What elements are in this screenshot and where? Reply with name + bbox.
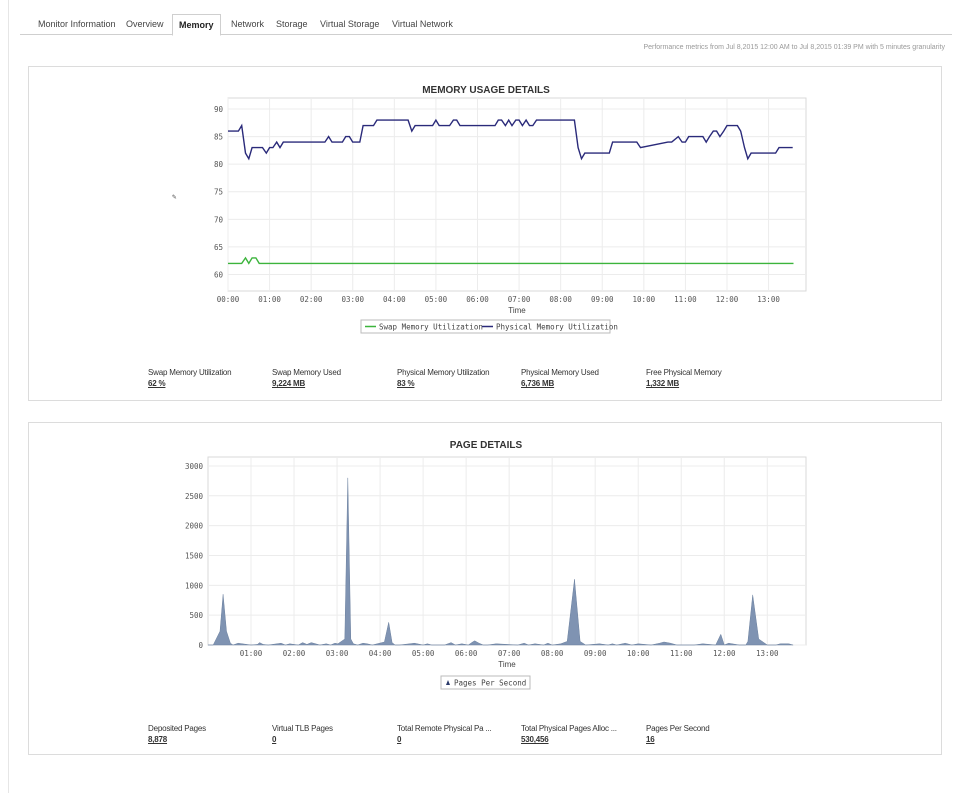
x-tick-label: 13:00 — [757, 295, 780, 304]
stat-pages-per-second: Pages Per Second 16 — [646, 724, 710, 744]
tab-virtual-storage[interactable]: Virtual Storage — [314, 14, 385, 35]
stat-total-remote-physical-pages: Total Remote Physical Pa ... 0 — [397, 724, 492, 744]
performance-note: Performance metrics from Jul 8,2015 12:0… — [643, 44, 945, 51]
page-details-panel: PAGE DETAILS 0 500 1000 1500 2000 2500 3000 01:0… — [28, 422, 942, 755]
x-tick-label: 01:00 — [240, 649, 263, 658]
x-tick-label: 02:00 — [283, 649, 306, 658]
chart-title: MEMORY USAGE DETAILS — [422, 85, 550, 96]
y-tick-label: 3000 — [185, 462, 204, 471]
stat-value[interactable]: 0 — [397, 735, 491, 744]
tab-monitor-information[interactable]: Monitor Information — [32, 14, 122, 35]
x-tick-label: 05:00 — [412, 649, 435, 658]
y-tick-label: 60 — [214, 270, 224, 279]
y-tick-label: 90 — [214, 105, 224, 114]
x-tick-label: 08:00 — [549, 295, 572, 304]
stat-label: Free Physical Memory — [646, 368, 722, 377]
stat-value[interactable]: 83 % — [397, 379, 489, 388]
x-tick-label: 04:00 — [369, 649, 392, 658]
plot-area — [207, 456, 807, 646]
x-tick-label: 08:00 — [541, 649, 564, 658]
x-tick-label: 10:00 — [627, 649, 650, 658]
stat-value[interactable]: 530,456 — [521, 735, 617, 744]
plot-area — [227, 97, 807, 292]
x-tick-label: 05:00 — [425, 295, 448, 304]
edit-icon: ✎ — [172, 192, 177, 201]
y-tick-label: 1000 — [185, 581, 204, 590]
stat-virtual-tlb-pages: Virtual TLB Pages 0 — [272, 724, 333, 744]
tab-bar: Monitor Information Overview Memory Netw… — [20, 14, 952, 36]
stat-free-physical-memory: Free Physical Memory 1,332 MB — [646, 368, 722, 388]
stat-value[interactable]: 9,224 MB — [272, 379, 341, 388]
x-tick-label: 11:00 — [670, 649, 693, 658]
x-tick-label: 13:00 — [756, 649, 779, 658]
memory-usage-panel: MEMORY USAGE DETAILS 60 65 70 75 80 85 90 00:00 0… — [28, 66, 942, 401]
y-tick-label: 500 — [189, 611, 203, 620]
x-tick-label: 11:00 — [674, 295, 697, 304]
left-border — [8, 0, 9, 793]
stat-physical-memory-used: Physical Memory Used 6,736 MB — [521, 368, 599, 388]
x-tick-label: 07:00 — [498, 649, 521, 658]
x-tick-label: 06:00 — [455, 649, 478, 658]
x-tick-label: 03:00 — [326, 649, 349, 658]
x-tick-label: 09:00 — [591, 295, 614, 304]
stat-label: Virtual TLB Pages — [272, 724, 333, 733]
x-tick-label: 06:00 — [466, 295, 489, 304]
x-axis-title: Time — [498, 660, 516, 669]
tab-virtual-network[interactable]: Virtual Network — [386, 14, 459, 35]
y-tick-label: 2500 — [185, 492, 204, 501]
legend-label: Swap Memory Utilization — [379, 323, 483, 332]
y-tick-label: 85 — [214, 133, 223, 142]
y-tick-label: 80 — [214, 160, 224, 169]
tab-overview[interactable]: Overview — [120, 14, 170, 35]
stat-label: Physical Memory Used — [521, 368, 599, 377]
legend-label: Pages Per Second — [454, 679, 526, 688]
x-tick-label: 12:00 — [713, 649, 736, 658]
stat-deposited-pages: Deposited Pages 8,878 — [148, 724, 206, 744]
y-tick-label: 65 — [214, 243, 223, 252]
tab-network[interactable]: Network — [225, 14, 270, 35]
x-tick-label: 12:00 — [716, 295, 739, 304]
x-tick-label: 07:00 — [508, 295, 531, 304]
y-tick-label: 2000 — [185, 522, 204, 531]
stat-physical-memory-utilization: Physical Memory Utilization 83 % — [397, 368, 490, 388]
stat-value[interactable]: 62 % — [148, 379, 231, 388]
x-tick-label: 10:00 — [633, 295, 656, 304]
x-tick-label: 00:00 — [217, 295, 240, 304]
stat-swap-memory-used: Swap Memory Used 9,224 MB — [272, 368, 341, 388]
x-axis-title: Time — [508, 306, 526, 315]
x-tick-label: 01:00 — [258, 295, 281, 304]
x-tick-label: 03:00 — [341, 295, 364, 304]
tab-memory[interactable]: Memory — [172, 14, 221, 36]
stat-label: Total Remote Physical Pa ... — [397, 724, 492, 733]
stat-value[interactable]: 8,878 — [148, 735, 206, 744]
stat-value[interactable]: 6,736 MB — [521, 379, 599, 388]
stat-label: Physical Memory Utilization — [397, 368, 490, 377]
stat-value[interactable]: 16 — [646, 735, 710, 744]
page-details-chart: PAGE DETAILS 0 500 1000 1500 2000 2500 3000 01:0… — [185, 440, 807, 690]
y-tick-label: 1500 — [185, 551, 204, 560]
stat-value[interactable]: 0 — [272, 735, 333, 744]
y-tick-label: 70 — [214, 215, 224, 224]
stat-label: Swap Memory Used — [272, 368, 341, 377]
y-tick-label: 75 — [214, 188, 223, 197]
stat-label: Deposited Pages — [148, 724, 206, 733]
stat-value[interactable]: 1,332 MB — [646, 379, 722, 388]
stat-label: Swap Memory Utilization — [148, 368, 232, 377]
legend-label: Physical Memory Utilization — [496, 323, 618, 332]
x-tick-label: 09:00 — [584, 649, 607, 658]
stat-label: Total Physical Pages Alloc ... — [521, 724, 617, 733]
tab-storage[interactable]: Storage — [270, 14, 314, 35]
stat-label: Pages Per Second — [646, 724, 710, 733]
memory-usage-chart: MEMORY USAGE DETAILS 60 65 70 75 80 85 90 00:00 0… — [172, 85, 807, 334]
y-tick-label: 0 — [198, 641, 203, 650]
x-tick-label: 02:00 — [300, 295, 323, 304]
x-tick-label: 04:00 — [383, 295, 406, 304]
stat-total-physical-pages-allocated: Total Physical Pages Alloc ... 530,456 — [521, 724, 617, 744]
stat-swap-memory-utilization: Swap Memory Utilization 62 % — [148, 368, 232, 388]
chart-title: PAGE DETAILS — [450, 440, 523, 451]
